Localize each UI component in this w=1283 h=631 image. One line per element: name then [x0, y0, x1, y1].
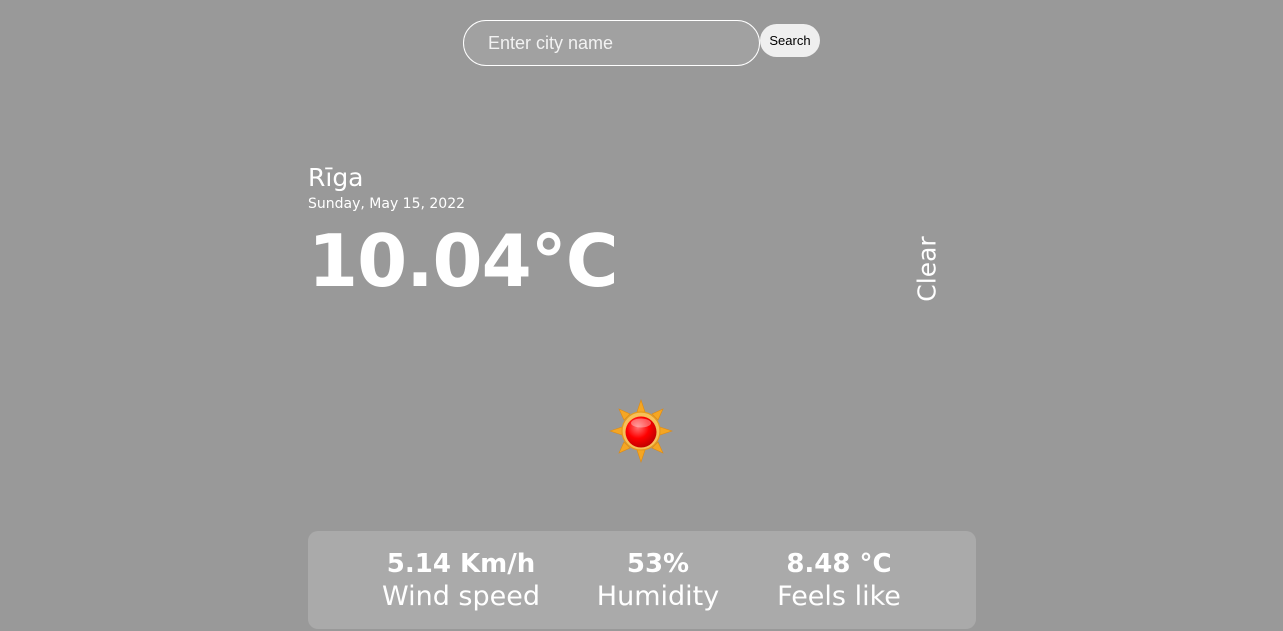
feels-like-label: Feels like: [777, 581, 901, 612]
search-input[interactable]: [463, 20, 760, 66]
weather-stats-card: 5.14 Km/h Wind speed 53% Humidity 8.48 °…: [308, 531, 976, 629]
wind-speed-label: Wind speed: [381, 581, 541, 612]
feels-like-stat: 8.48 °C Feels like: [777, 548, 901, 614]
weather-condition-label: Clear: [912, 236, 942, 302]
search-bar: Search: [463, 20, 820, 66]
feels-like-value: 8.48 °C: [786, 549, 892, 579]
humidity-stat: 53% Humidity: [597, 548, 719, 614]
wind-speed-value: 5.14 Km/h: [386, 549, 536, 579]
search-button[interactable]: Search: [760, 23, 820, 57]
current-date: Sunday, May 15, 2022: [308, 196, 466, 212]
wind-speed-stat: 5.14 Km/h Wind speed: [382, 548, 540, 614]
temperature: 10.04°C: [308, 219, 619, 303]
humidity-label: Humidity: [596, 581, 720, 612]
humidity-value: 53%: [626, 549, 690, 579]
city-name: Rīga: [308, 163, 364, 192]
weather-condition: Clear: [907, 234, 947, 304]
sun-icon: [609, 399, 673, 463]
